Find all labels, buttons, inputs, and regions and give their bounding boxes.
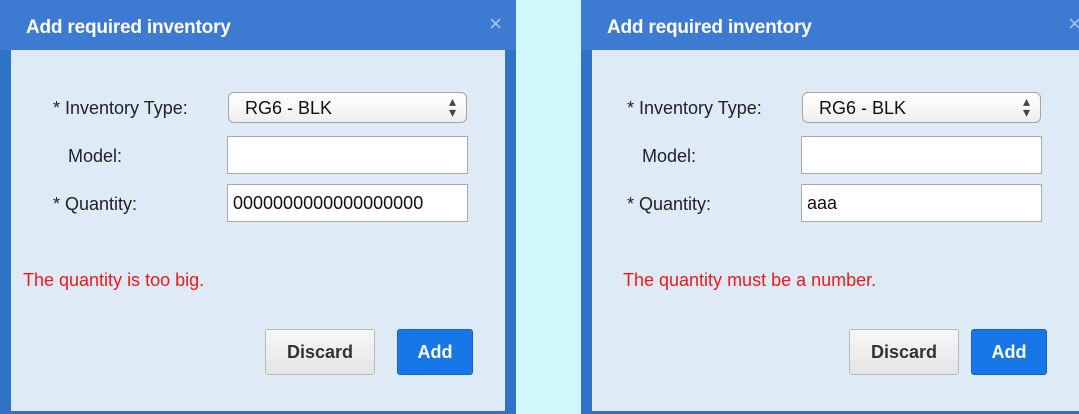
close-icon[interactable]: × [1068, 13, 1079, 35]
inventory-type-select[interactable]: RG6 - BLK ▴ ▾ [228, 92, 467, 123]
inventory-dialog-left: Add required inventory × * Inventory Typ… [0, 0, 516, 414]
inventory-type-label: * Inventory Type: [53, 98, 188, 118]
inventory-type-select[interactable]: RG6 - BLK ▴ ▾ [802, 92, 1041, 123]
inventory-dialog-right: Add required inventory × * Inventory Typ… [581, 0, 1079, 414]
select-updown-icon: ▴ ▾ [448, 93, 456, 120]
quantity-label: * Quantity: [53, 194, 138, 214]
quantity-input[interactable]: aaa [801, 184, 1042, 222]
dialog-title: Add required inventory [607, 17, 812, 38]
add-button[interactable]: Add [397, 329, 473, 375]
inventory-type-value: RG6 - BLK [245, 98, 333, 118]
model-input[interactable] [801, 136, 1042, 174]
quantity-input[interactable]: 0000000000000000000 [227, 184, 468, 222]
select-updown-icon: ▴ ▾ [1022, 93, 1030, 120]
inventory-type-label: * Inventory Type: [627, 98, 762, 118]
model-label: Model: [642, 146, 697, 166]
close-icon[interactable]: × [489, 13, 502, 35]
model-label: Model: [68, 146, 123, 166]
quantity-label: * Quantity: [627, 194, 712, 214]
model-input[interactable] [227, 136, 468, 174]
discard-button[interactable]: Discard [265, 329, 375, 375]
dialog-titlebar: Add required inventory × [581, 0, 1079, 50]
error-message: The quantity is too big. [23, 270, 205, 290]
discard-button[interactable]: Discard [849, 329, 959, 375]
dialog-body: * Inventory Type: RG6 - BLK ▴ ▾ Model: * … [11, 50, 505, 411]
dialog-body: * Inventory Type: RG6 - BLK ▴ ▾ Model: * … [592, 50, 1079, 411]
add-button[interactable]: Add [971, 329, 1047, 375]
dialog-titlebar: Add required inventory × [0, 0, 516, 50]
dialog-title: Add required inventory [26, 17, 231, 38]
error-message: The quantity must be a number. [623, 270, 877, 290]
inventory-type-value: RG6 - BLK [819, 98, 907, 118]
